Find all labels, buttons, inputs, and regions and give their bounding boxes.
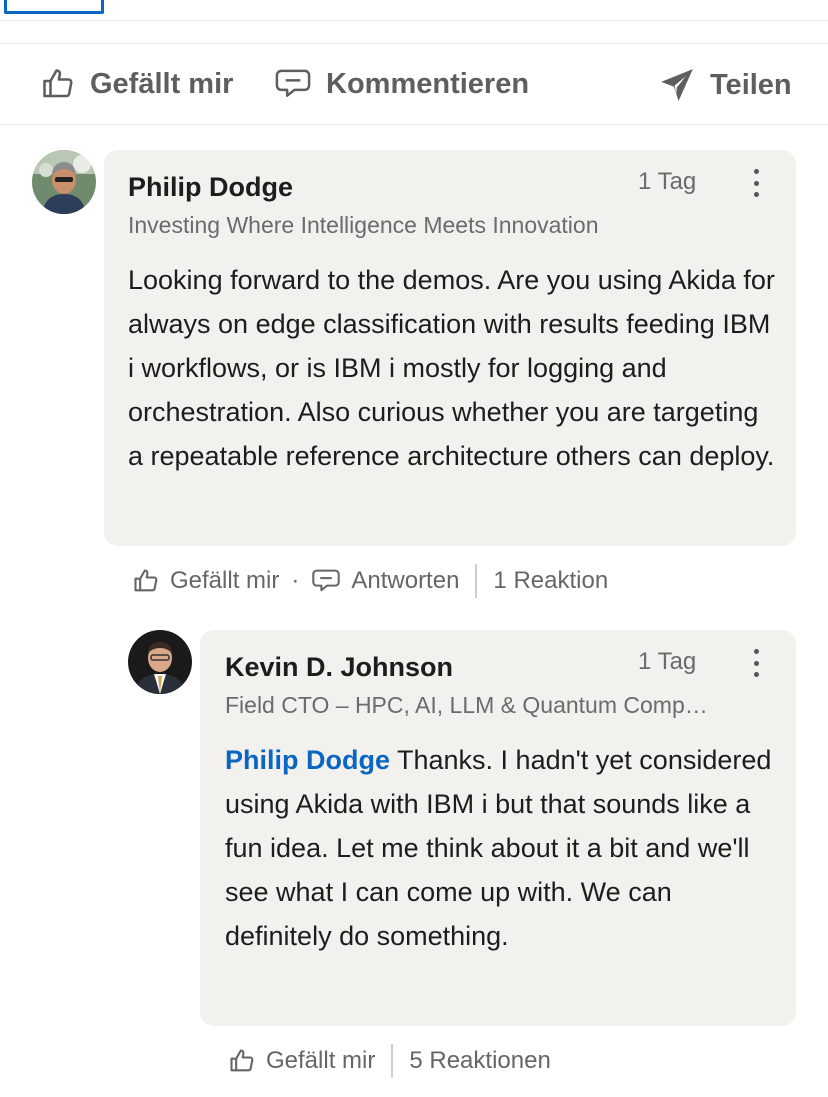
divider [391, 1044, 394, 1078]
comment-label: Kommentieren [326, 67, 530, 100]
focused-element-outline [4, 0, 104, 14]
like-link[interactable]: Gefällt mir [266, 1047, 375, 1075]
comment-timestamp: 1 Tag [638, 648, 697, 675]
avatar-photo [128, 630, 192, 694]
mention-link[interactable]: Philip Dodge [225, 745, 390, 775]
avatar[interactable] [32, 150, 96, 214]
comment-timestamp: 1 Tag [638, 168, 697, 195]
reply-message: Thanks. I hadn't yet considered using Ak… [225, 745, 772, 951]
previous-section-divider [0, 0, 828, 21]
comment-actions: Gefällt mir · Antworten 1 Reaktion [132, 564, 608, 598]
more-options-icon[interactable] [753, 169, 759, 197]
thumbs-up-icon [134, 569, 158, 592]
separator-dot: · [291, 567, 300, 594]
comment-bubble: Philip Dodge 1 Tag Investing Where Intel… [104, 150, 796, 546]
reaction-count[interactable]: 5 Reaktionen [409, 1047, 550, 1075]
avatar-photo [32, 150, 96, 214]
comment-author[interactable]: Philip Dodge [128, 172, 293, 203]
post-action-bar: Gefällt mir Kommentieren Teilen [0, 43, 828, 125]
author-headline: Field CTO – HPC, AI, LLM & Quantum Comp… [225, 692, 708, 718]
reply-bubble: Kevin D. Johnson 1 Tag Field CTO – HPC, … [200, 630, 796, 1026]
reply-actions: Gefällt mir 5 Reaktionen [228, 1044, 551, 1078]
like-button[interactable]: Gefällt mir [40, 66, 233, 102]
reply-link[interactable]: Antworten [351, 567, 459, 595]
like-label: Gefällt mir [90, 67, 234, 100]
share-label: Teilen [710, 68, 792, 101]
send-icon [661, 69, 693, 101]
comment-button[interactable]: Kommentieren [274, 66, 529, 102]
thumbs-up-icon [230, 1049, 254, 1072]
reaction-count[interactable]: 1 Reaktion [493, 567, 608, 595]
author-headline: Investing Where Intelligence Meets Innov… [128, 212, 599, 238]
comment-icon [275, 69, 311, 97]
thumbs-up-icon [43, 69, 73, 98]
divider [475, 564, 478, 598]
like-link[interactable]: Gefällt mir [170, 567, 279, 595]
comment-author[interactable]: Kevin D. Johnson [225, 652, 453, 683]
reply-text: Philip Dodge Thanks. I hadn't yet consid… [225, 738, 773, 958]
comment-text: Looking forward to the demos. Are you us… [128, 265, 775, 471]
reply-icon [312, 569, 341, 592]
avatar[interactable] [128, 630, 192, 694]
share-button[interactable]: Teilen [658, 66, 792, 104]
more-options-icon[interactable] [753, 649, 759, 677]
